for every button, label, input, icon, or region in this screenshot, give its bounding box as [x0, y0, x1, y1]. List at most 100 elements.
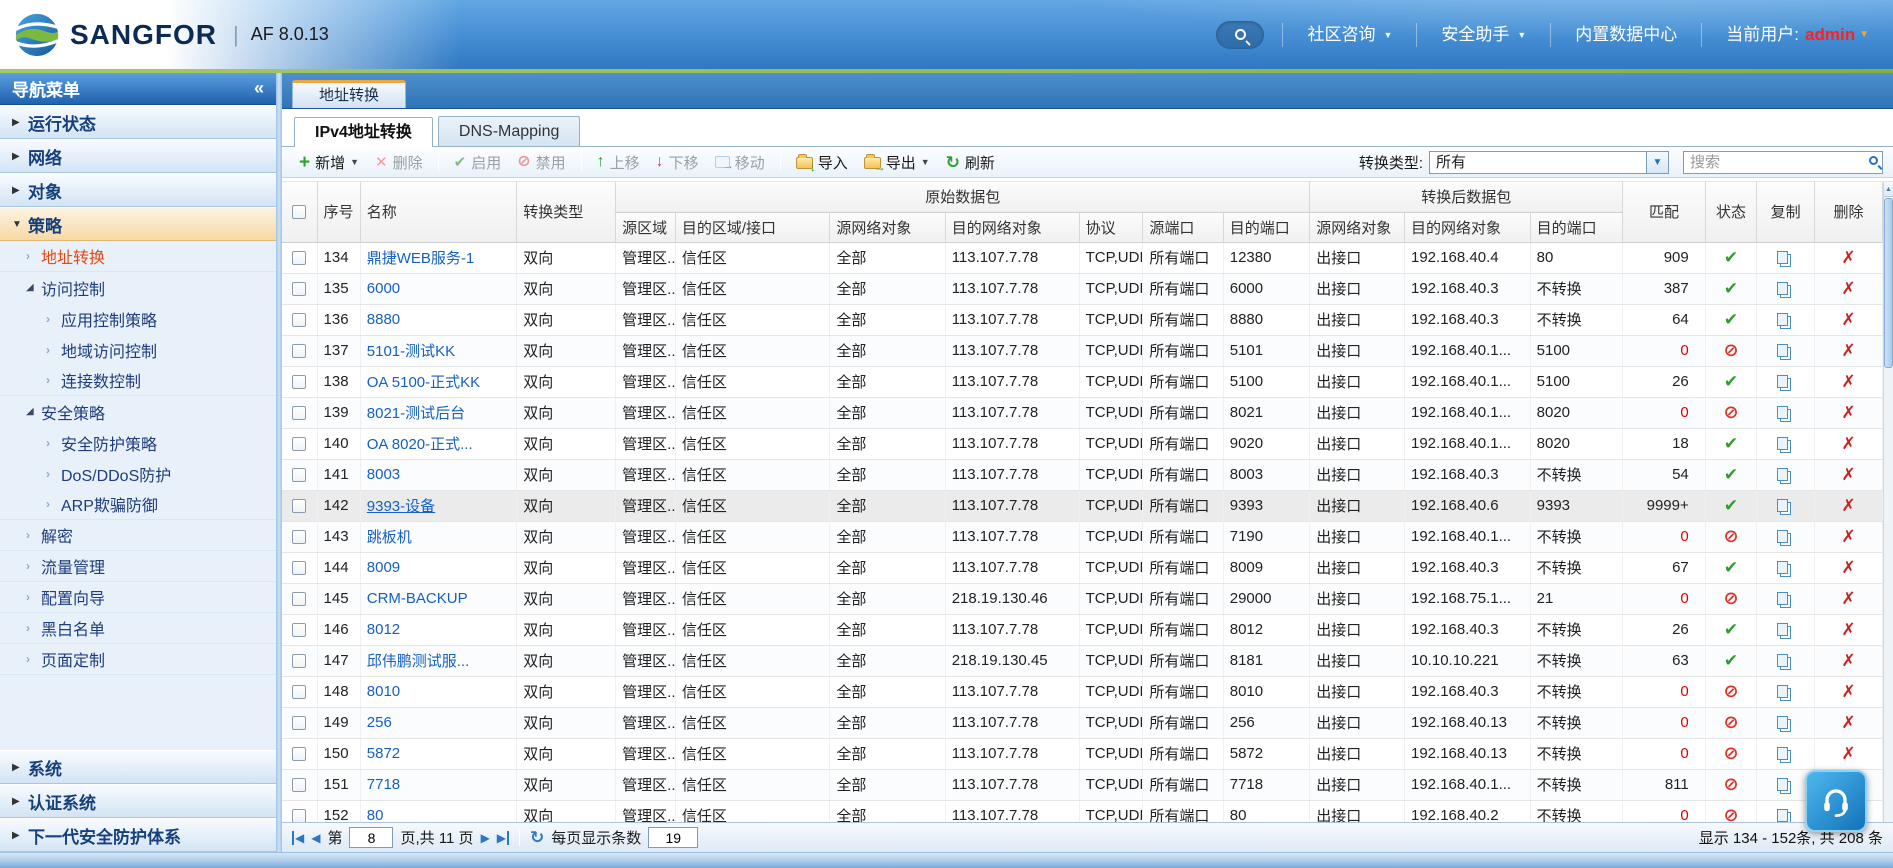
delete-icon[interactable]: [1841, 653, 1855, 670]
row-checkbox[interactable]: [292, 282, 307, 297]
status-enabled-icon[interactable]: [1724, 374, 1738, 391]
status-enabled-icon[interactable]: [1724, 312, 1738, 329]
table-row[interactable]: 134 鼎捷WEB服务-1 双向 管理区... 信任区 全部 113.107.7.78 TCP…: [282, 242, 1883, 274]
copy-icon[interactable]: [1777, 313, 1789, 326]
table-row[interactable]: 135 6000 双向管理区...信任区全部113.107.7.78TCP,UDP所…: [282, 273, 1883, 305]
rule-name-link[interactable]: CRM-BACKUP: [367, 590, 468, 607]
rule-name-link[interactable]: 8021-测试后台: [367, 405, 465, 422]
delete-icon[interactable]: [1841, 591, 1855, 608]
row-checkbox[interactable]: [292, 809, 307, 822]
delete-icon[interactable]: [1841, 529, 1855, 546]
delete-icon[interactable]: [1841, 684, 1855, 701]
toolbar-button[interactable]: 刷新: [939, 150, 1002, 174]
sidebar-item[interactable]: › 解密: [0, 520, 276, 551]
delete-icon[interactable]: [1841, 374, 1855, 391]
table-row[interactable]: 138 OA 5100-正式KK 双向 管理区... 信任区 全部 113.107.7.78…: [282, 366, 1883, 398]
copy-icon[interactable]: [1777, 716, 1789, 729]
copy-icon[interactable]: [1777, 685, 1789, 698]
copy-icon[interactable]: [1777, 437, 1789, 450]
toolbar-button[interactable]: 导出 ▼: [857, 150, 937, 174]
sidebar-section[interactable]: ▶ 下一代安全防护体系: [0, 818, 276, 852]
rule-name-link[interactable]: 8010: [367, 683, 400, 700]
delete-icon[interactable]: [1841, 405, 1855, 422]
table-row[interactable]: 152 80 双向管理区...信任区全部113.107.7.78TCP,UDP所有端…: [282, 800, 1883, 822]
row-checkbox[interactable]: [292, 592, 307, 607]
status-enabled-icon[interactable]: [1724, 622, 1738, 639]
table-row[interactable]: 142 9393-设备 双向 管理区... 信任区 全部 113.107.7.78 TCP,U…: [282, 490, 1883, 522]
copy-icon[interactable]: [1777, 809, 1789, 822]
status-disabled-icon[interactable]: [1723, 777, 1738, 794]
customer-service-widget[interactable]: [1805, 770, 1867, 832]
copy-icon[interactable]: [1777, 468, 1789, 481]
copy-icon[interactable]: [1777, 747, 1789, 760]
global-search-button[interactable]: [1216, 20, 1265, 49]
table-row[interactable]: 146 8012 双向管理区...信任区全部113.107.7.78TCP,UDP所…: [282, 614, 1883, 646]
row-checkbox[interactable]: [292, 716, 307, 731]
next-page-button[interactable]: ▶: [481, 832, 490, 844]
topbar-menu-item[interactable]: 内置数据中心: [1550, 22, 1701, 47]
sidebar-item[interactable]: › 连接数控制: [0, 365, 276, 396]
last-page-button[interactable]: ▶: [497, 832, 509, 844]
row-checkbox[interactable]: [292, 251, 307, 266]
sidebar-item[interactable]: ◢ 安全策略: [0, 396, 276, 427]
rule-name-link[interactable]: OA 8020-正式...: [367, 436, 473, 453]
rule-name-link[interactable]: 80: [367, 807, 384, 822]
rule-name-link[interactable]: 鼎捷WEB服务-1: [367, 250, 475, 267]
sidebar-item[interactable]: › 黑白名单: [0, 613, 276, 644]
status-disabled-icon[interactable]: [1723, 715, 1738, 732]
delete-icon[interactable]: [1841, 281, 1855, 298]
rule-name-link[interactable]: 邱伟鹏测试服...: [367, 653, 470, 670]
rule-name-link[interactable]: 跳板机: [367, 529, 412, 546]
rule-name-link[interactable]: 6000: [367, 280, 400, 297]
table-row[interactable]: 141 8003 双向管理区...信任区全部113.107.7.78TCP,UDP所…: [282, 459, 1883, 491]
delete-icon[interactable]: [1841, 715, 1855, 732]
table-row[interactable]: 136 8880 双向管理区...信任区全部113.107.7.78TCP,UDP所…: [282, 304, 1883, 336]
sidebar-item-active[interactable]: › 地址转换: [0, 241, 276, 272]
rule-name-link[interactable]: 8003: [367, 466, 400, 483]
copy-icon[interactable]: [1777, 654, 1789, 667]
row-checkbox[interactable]: [292, 685, 307, 700]
copy-icon[interactable]: [1777, 561, 1789, 574]
sidebar-item[interactable]: › DoS/DDoS防护: [0, 458, 276, 489]
row-checkbox[interactable]: [292, 778, 307, 793]
first-page-button[interactable]: ◀: [292, 832, 304, 844]
table-row[interactable]: 145 CRM-BACKUP 双向 管理区... 信任区 全部 218.19.130.46 T…: [282, 583, 1883, 615]
toolbar-button[interactable]: 移动: [708, 150, 772, 174]
toolbar-button[interactable]: 下移: [649, 150, 706, 174]
vertical-scrollbar[interactable]: ▲: [1883, 182, 1893, 822]
search-icon[interactable]: [1869, 155, 1878, 165]
toolbar-button[interactable]: 禁用: [510, 150, 572, 174]
copy-icon[interactable]: [1777, 375, 1789, 388]
toolbar-button[interactable]: 启用: [447, 150, 509, 174]
row-checkbox[interactable]: [292, 530, 307, 545]
delete-icon[interactable]: [1841, 250, 1855, 267]
status-enabled-icon[interactable]: [1724, 436, 1738, 453]
toolbar-button[interactable]: 上移: [590, 150, 647, 174]
delete-icon[interactable]: [1841, 498, 1855, 515]
pager-refresh-icon[interactable]: [530, 828, 544, 848]
status-disabled-icon[interactable]: [1723, 529, 1738, 546]
copy-icon[interactable]: [1777, 282, 1789, 295]
copy-icon[interactable]: [1777, 778, 1789, 791]
table-row[interactable]: 150 5872 双向管理区...信任区全部113.107.7.78TCP,UDP所…: [282, 738, 1883, 770]
rule-name-link[interactable]: 9393-设备: [367, 498, 435, 515]
table-row[interactable]: 151 7718 双向管理区...信任区全部113.107.7.78TCP,UDP所…: [282, 769, 1883, 801]
sidebar-section[interactable]: ▶ 运行状态: [0, 105, 276, 139]
status-enabled-icon[interactable]: [1724, 560, 1738, 577]
select-caret-button[interactable]: ▼: [1647, 150, 1669, 174]
sidebar-section[interactable]: ▶ 认证系统: [0, 784, 276, 818]
sidebar-item[interactable]: › 页面定制: [0, 644, 276, 675]
sidebar-section[interactable]: ▼ 策略: [0, 207, 276, 241]
sidebar-item[interactable]: › 应用控制策略: [0, 303, 276, 334]
copy-icon[interactable]: [1777, 623, 1789, 636]
delete-icon[interactable]: [1841, 560, 1855, 577]
topbar-menu-item[interactable]: 安全助手 ▼: [1416, 22, 1550, 47]
row-checkbox[interactable]: [292, 437, 307, 452]
table-row[interactable]: 140 OA 8020-正式... 双向 管理区... 信任区 全部 113.107.7.7…: [282, 428, 1883, 460]
copy-icon[interactable]: [1777, 406, 1789, 419]
toolbar-button[interactable]: 新增 ▼: [292, 150, 366, 174]
rule-name-link[interactable]: 8009: [367, 559, 400, 576]
row-checkbox[interactable]: [292, 313, 307, 328]
row-checkbox[interactable]: [292, 561, 307, 576]
search-input[interactable]: [1683, 150, 1883, 174]
